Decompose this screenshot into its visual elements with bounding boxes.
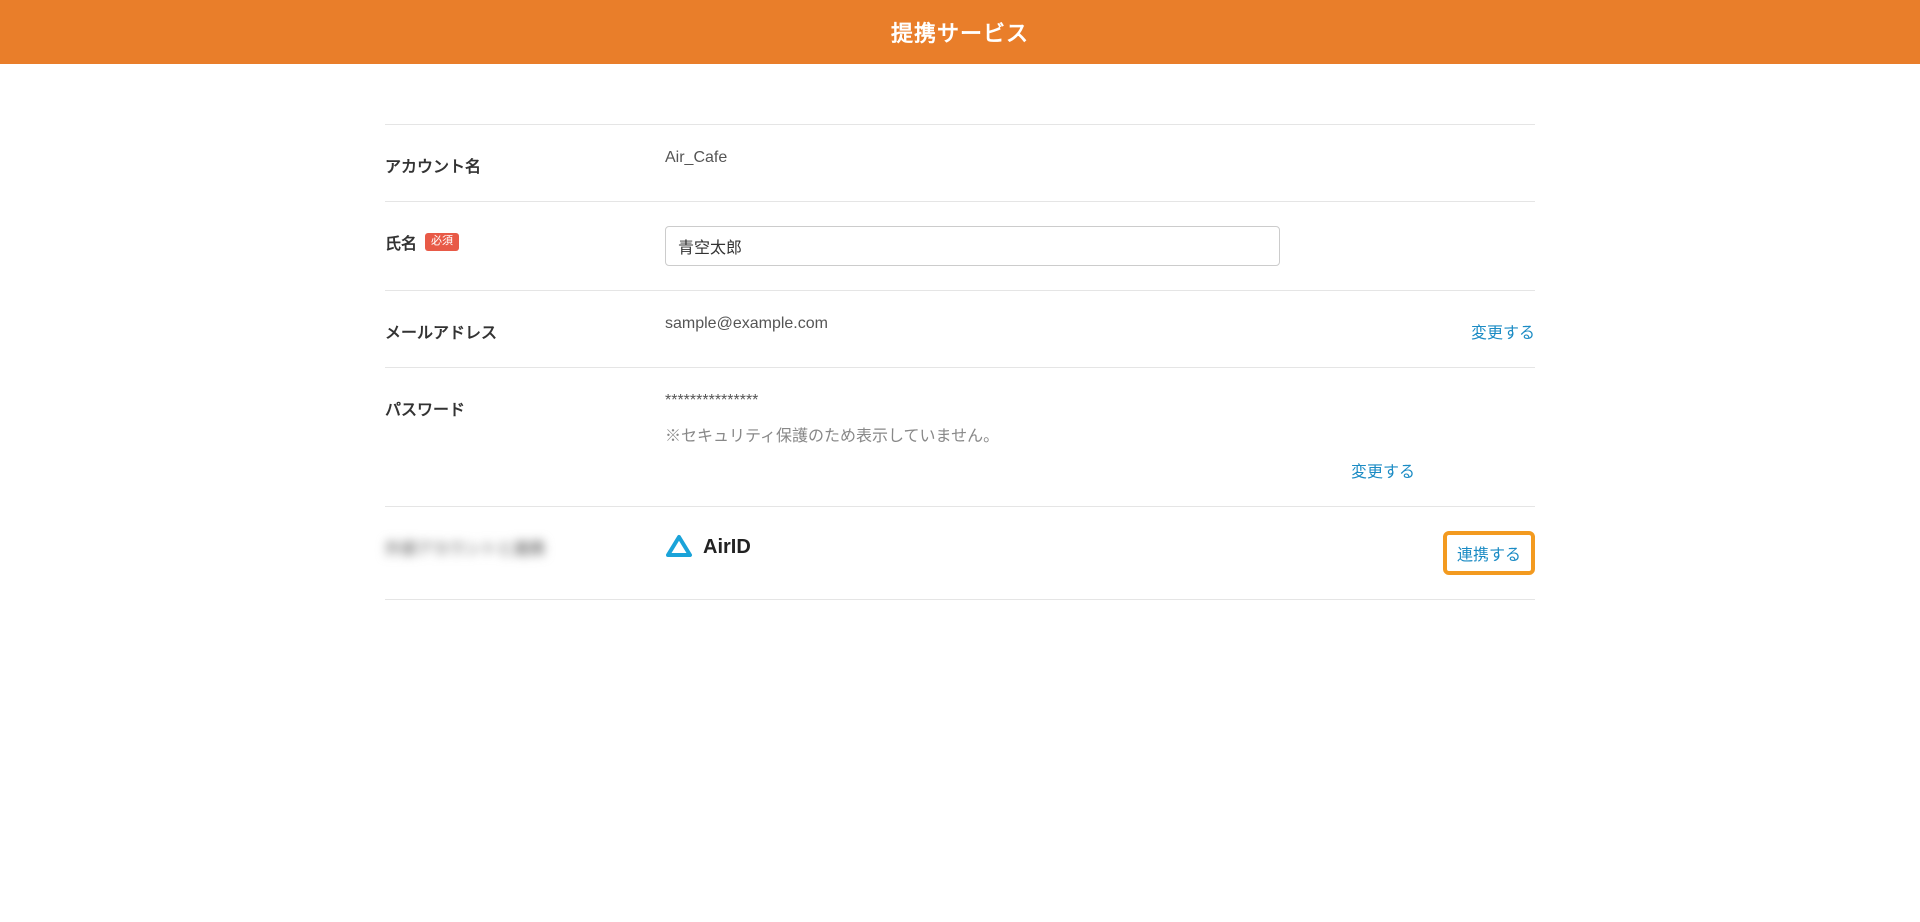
page-header: 提携サービス — [0, 0, 1920, 64]
change-email-link[interactable]: 変更する — [1471, 325, 1535, 342]
row-account-name: アカウント名 Air_Cafe — [385, 124, 1535, 201]
triangle-icon — [665, 533, 693, 561]
label-email: メールアドレス — [385, 315, 665, 343]
change-password-link[interactable]: 変更する — [1351, 458, 1415, 482]
row-email: メールアドレス sample@example.com 変更する — [385, 290, 1535, 367]
value-email: sample@example.com — [665, 315, 1415, 333]
link-highlight-box: 連携する — [1443, 531, 1535, 575]
row-external-account: 外部アカウントと連携 AirID 連携する — [385, 506, 1535, 600]
label-external-account: 外部アカウントと連携 — [385, 531, 665, 559]
row-password: パスワード *************** ※セキュリティ保護のため表示していま… — [385, 367, 1535, 506]
value-password-masked: *************** — [665, 392, 1415, 410]
required-badge: 必須 — [425, 233, 459, 250]
label-account-name: アカウント名 — [385, 149, 665, 177]
value-account-name: Air_Cafe — [665, 149, 1415, 167]
page-title: 提携サービス — [891, 21, 1029, 46]
airid-service: AirID — [665, 533, 1415, 561]
form-container: アカウント名 Air_Cafe 氏名 必須 メールアドレス sample@exa… — [385, 64, 1535, 600]
link-external-account-button[interactable]: 連携する — [1457, 547, 1521, 564]
label-password: パスワード — [385, 392, 665, 420]
row-name: 氏名 必須 — [385, 201, 1535, 290]
airid-label: AirID — [703, 536, 751, 559]
name-input[interactable] — [665, 226, 1280, 266]
password-note: ※セキュリティ保護のため表示していません。 — [665, 422, 1415, 446]
label-name: 氏名 必須 — [385, 226, 665, 254]
